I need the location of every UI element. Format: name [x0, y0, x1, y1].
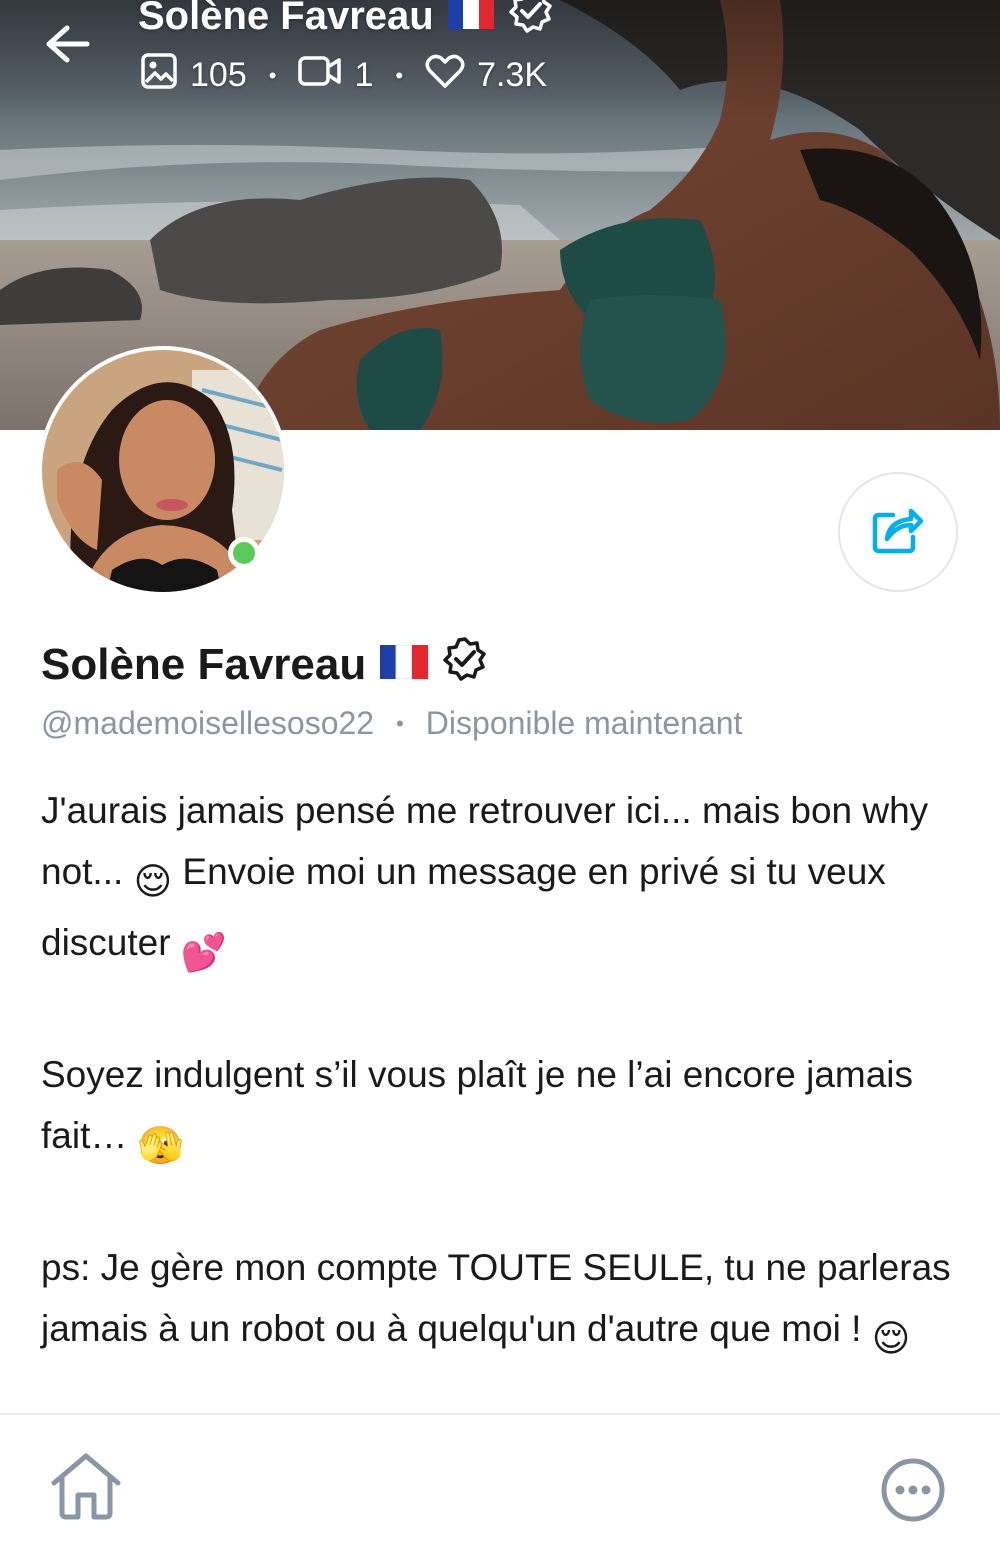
- photos-count-value: 105: [190, 56, 247, 94]
- meta-separator: •: [396, 710, 404, 736]
- home-icon: [48, 1453, 124, 1525]
- verified-badge-icon: [508, 0, 554, 44]
- videos-count-value: 1: [354, 56, 374, 94]
- flag-icon: [447, 0, 494, 39]
- bio-paragraph: ps: Je gère mon compte TOUTE SEULE, tu n…: [41, 1237, 971, 1369]
- likes-count-value: 7.3K: [477, 56, 548, 94]
- stat-separator: •: [268, 62, 277, 88]
- header-title: Solène Favreau: [138, 0, 554, 44]
- profile-meta: @mademoisellesoso22 • Disponible mainten…: [41, 705, 742, 742]
- relieved-face-emoji: 😌: [871, 1318, 911, 1359]
- more-icon: [878, 1458, 948, 1529]
- verified-badge-icon: [442, 636, 488, 693]
- relieved-face-emoji: 😌: [133, 861, 173, 902]
- header-display-name: Solène Favreau: [138, 0, 434, 38]
- image-icon: [140, 52, 178, 99]
- two-hearts-emoji: 💕: [180, 932, 227, 973]
- online-status-indicator: [228, 537, 260, 569]
- availability-status: Disponible maintenant: [425, 705, 743, 741]
- flag-icon: [380, 640, 429, 690]
- more-button[interactable]: [878, 1455, 948, 1525]
- heart-icon: [425, 53, 465, 98]
- home-button[interactable]: [48, 1451, 124, 1521]
- share-button[interactable]: [838, 472, 958, 592]
- photos-count: 105: [140, 52, 247, 99]
- face-peeking-emoji: 🫣: [137, 1125, 184, 1166]
- back-button[interactable]: [40, 18, 96, 74]
- header-stats: 105 • 1 • 7.3K: [140, 52, 547, 99]
- profile-bio: J'aurais jamais pensé me retrouver ici..…: [41, 780, 971, 1369]
- stat-separator: •: [395, 62, 404, 88]
- video-icon: [298, 54, 342, 97]
- profile-name-row: Solène Favreau: [41, 636, 488, 693]
- top-bar: Solène Favreau 105 • 1 • 7.3K: [0, 0, 1000, 110]
- videos-count: 1: [298, 54, 373, 97]
- likes-count: 7.3K: [425, 53, 547, 98]
- bio-paragraph: Soyez indulgent s’il vous plaît je ne l’…: [41, 1044, 971, 1176]
- share-icon: [871, 505, 925, 560]
- profile-handle: @mademoisellesoso22: [41, 705, 375, 741]
- profile-display-name: Solène Favreau: [41, 639, 367, 689]
- bio-paragraph: J'aurais jamais pensé me retrouver ici..…: [41, 780, 971, 983]
- bottom-navigation: [0, 1413, 1000, 1549]
- bio-text: ps: Je gère mon compte TOUTE SEULE, tu n…: [41, 1247, 951, 1349]
- arrow-left-icon: [45, 24, 91, 69]
